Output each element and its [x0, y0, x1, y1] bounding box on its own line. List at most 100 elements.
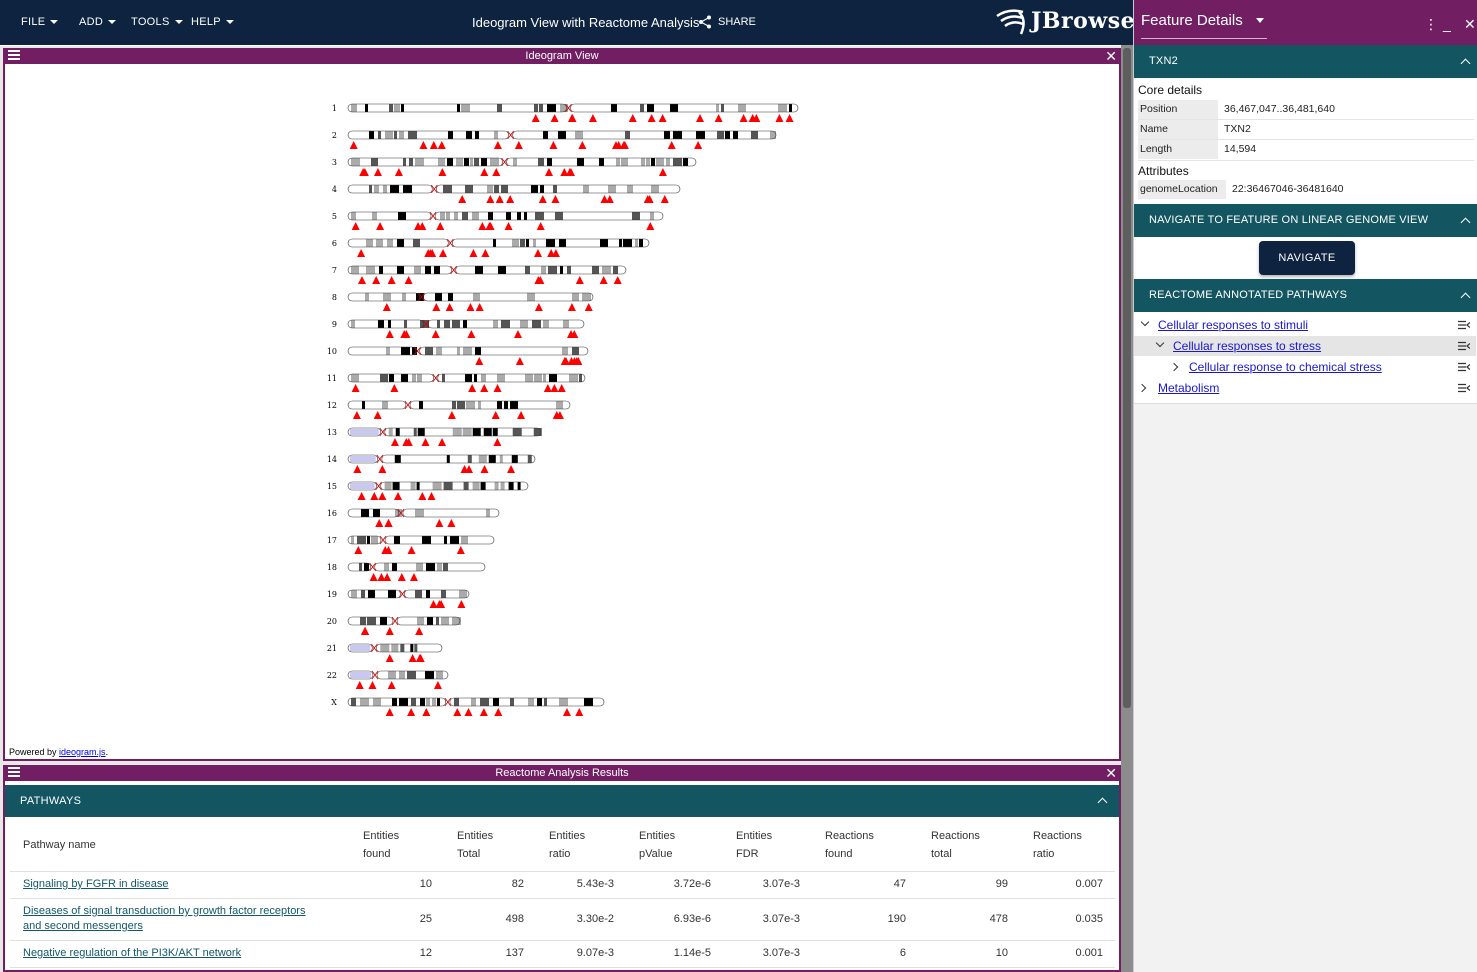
- column-header[interactable]: Reactions found: [812, 819, 918, 872]
- annotation-marker[interactable]: [575, 708, 584, 716]
- annotation-marker[interactable]: [447, 411, 456, 419]
- annotation-marker[interactable]: [658, 114, 667, 122]
- annotation-marker[interactable]: [438, 438, 447, 446]
- annotation-marker[interactable]: [436, 222, 445, 230]
- annotation-marker[interactable]: [493, 438, 502, 446]
- chromosome-2[interactable]: 2: [332, 130, 777, 149]
- pathway-link[interactable]: Negative regulation of the PI3K/AKT netw…: [23, 947, 241, 959]
- annotation-marker[interactable]: [550, 114, 559, 122]
- navigate-button[interactable]: NAVIGATE: [1259, 241, 1355, 275]
- column-header[interactable]: Reactions ratio: [1020, 819, 1115, 872]
- annotation-marker[interactable]: [457, 600, 466, 608]
- chromosome-3[interactable]: 3: [332, 157, 697, 176]
- annotation-marker[interactable]: [433, 681, 442, 689]
- annotation-marker[interactable]: [563, 708, 572, 716]
- annotation-marker[interactable]: [513, 330, 522, 338]
- annotation-marker[interactable]: [453, 708, 462, 716]
- session-title[interactable]: Ideogram View with Reactome Analysis: [472, 0, 699, 45]
- drawer-widget-select[interactable]: Feature Details: [1141, 0, 1243, 42]
- annotation-marker[interactable]: [432, 303, 441, 311]
- annotation-marker[interactable]: [458, 195, 467, 203]
- annotation-marker[interactable]: [352, 411, 361, 419]
- playlist-icon[interactable]: [1458, 341, 1470, 351]
- table-row[interactable]: Negative regulation of the PI3K/AKT netw…: [10, 940, 1115, 968]
- annotation-marker[interactable]: [429, 141, 438, 149]
- annotation-marker[interactable]: [584, 303, 593, 311]
- annotation-marker[interactable]: [658, 168, 667, 176]
- ideogram[interactable]: 12345678910111213141516171819202122X: [5, 64, 1119, 744]
- annotation-marker[interactable]: [534, 303, 543, 311]
- annotation-marker[interactable]: [407, 708, 416, 716]
- annotation-marker[interactable]: [447, 519, 456, 527]
- annotation-marker[interactable]: [517, 411, 526, 419]
- annotation-marker[interactable]: [613, 276, 622, 284]
- annotation-marker[interactable]: [486, 195, 495, 203]
- pathway-tree-link[interactable]: Metabolism: [1158, 378, 1219, 398]
- pathways-accordion-header[interactable]: PATHWAYS: [5, 785, 1119, 817]
- annotation-marker[interactable]: [390, 384, 399, 392]
- annotation-marker[interactable]: [493, 384, 502, 392]
- annotation-marker[interactable]: [694, 141, 703, 149]
- annotation-marker[interactable]: [507, 465, 516, 473]
- annotation-marker[interactable]: [375, 519, 384, 527]
- annotation-marker[interactable]: [382, 303, 391, 311]
- annotation-marker[interactable]: [429, 600, 438, 608]
- column-header[interactable]: Entities pValue: [626, 819, 723, 872]
- annotation-marker[interactable]: [646, 222, 655, 230]
- chromosome-1[interactable]: 1: [332, 103, 799, 122]
- annotation-marker[interactable]: [357, 492, 366, 500]
- annotation-marker[interactable]: [387, 681, 396, 689]
- caret-down-icon[interactable]: [1256, 18, 1264, 23]
- more-vert-icon[interactable]: ⋮: [1424, 0, 1438, 48]
- help-menu-button[interactable]: HELP: [191, 0, 234, 45]
- annotation-marker[interactable]: [514, 141, 523, 149]
- tools-menu-button[interactable]: TOOLS: [131, 0, 183, 45]
- chromosome-17[interactable]: 17: [327, 535, 495, 554]
- annotation-marker[interactable]: [478, 222, 487, 230]
- annotation-marker[interactable]: [480, 384, 489, 392]
- annotation-marker[interactable]: [506, 195, 515, 203]
- annotation-marker[interactable]: [531, 114, 540, 122]
- pathway-link[interactable]: Diseases of signal transduction by growt…: [23, 905, 305, 932]
- playlist-icon[interactable]: [1458, 320, 1470, 330]
- annotation-marker[interactable]: [419, 141, 428, 149]
- annotation-marker[interactable]: [560, 168, 569, 176]
- tree-item-cellular-response-to-chemical-stress[interactable]: Cellular response to chemical stress: [1134, 357, 1476, 377]
- chevron-down-icon[interactable]: [1155, 338, 1165, 348]
- annotation-marker[interactable]: [515, 357, 524, 365]
- annotation-marker[interactable]: [544, 168, 553, 176]
- ideogram-js-link[interactable]: ideogram.js: [59, 747, 106, 757]
- tree-item-cellular-responses-to-stress[interactable]: Cellular responses to stress: [1134, 336, 1476, 356]
- annotation-marker[interactable]: [385, 708, 394, 716]
- annotation-marker[interactable]: [628, 114, 637, 122]
- table-row[interactable]: Signaling by FGFR in disease 10 82 5.43e…: [10, 871, 1115, 899]
- chevron-down-icon[interactable]: [1140, 317, 1150, 327]
- annotation-marker[interactable]: [557, 384, 566, 392]
- annotation-marker[interactable]: [491, 411, 500, 419]
- annotation-marker[interactable]: [353, 465, 362, 473]
- chromosome-5[interactable]: 5: [332, 211, 664, 230]
- annotation-marker[interactable]: [360, 627, 369, 635]
- annotation-marker[interactable]: [534, 249, 543, 257]
- annotation-marker[interactable]: [481, 249, 490, 257]
- annotation-marker[interactable]: [409, 573, 418, 581]
- annotation-marker[interactable]: [467, 330, 476, 338]
- annotation-marker[interactable]: [578, 141, 587, 149]
- column-header[interactable]: Reactions total: [918, 819, 1020, 872]
- chromosome-13[interactable]: 13: [327, 427, 542, 446]
- annotation-marker[interactable]: [567, 303, 576, 311]
- annotation-marker[interactable]: [660, 195, 669, 203]
- annotation-marker[interactable]: [475, 357, 484, 365]
- playlist-icon[interactable]: [1458, 362, 1470, 372]
- annotation-marker[interactable]: [415, 627, 424, 635]
- annotation-marker[interactable]: [445, 303, 454, 311]
- annotation-marker[interactable]: [373, 411, 382, 419]
- chromosome-4[interactable]: 4: [332, 184, 681, 203]
- pathway-link[interactable]: Signaling by FGFR in disease: [23, 878, 169, 890]
- chevron-up-icon[interactable]: [1460, 58, 1471, 69]
- annotation-marker[interactable]: [370, 492, 379, 500]
- annotation-marker[interactable]: [439, 249, 448, 257]
- annotation-marker[interactable]: [390, 438, 399, 446]
- annotation-marker[interactable]: [408, 654, 417, 662]
- column-header[interactable]: Entities found: [350, 819, 444, 872]
